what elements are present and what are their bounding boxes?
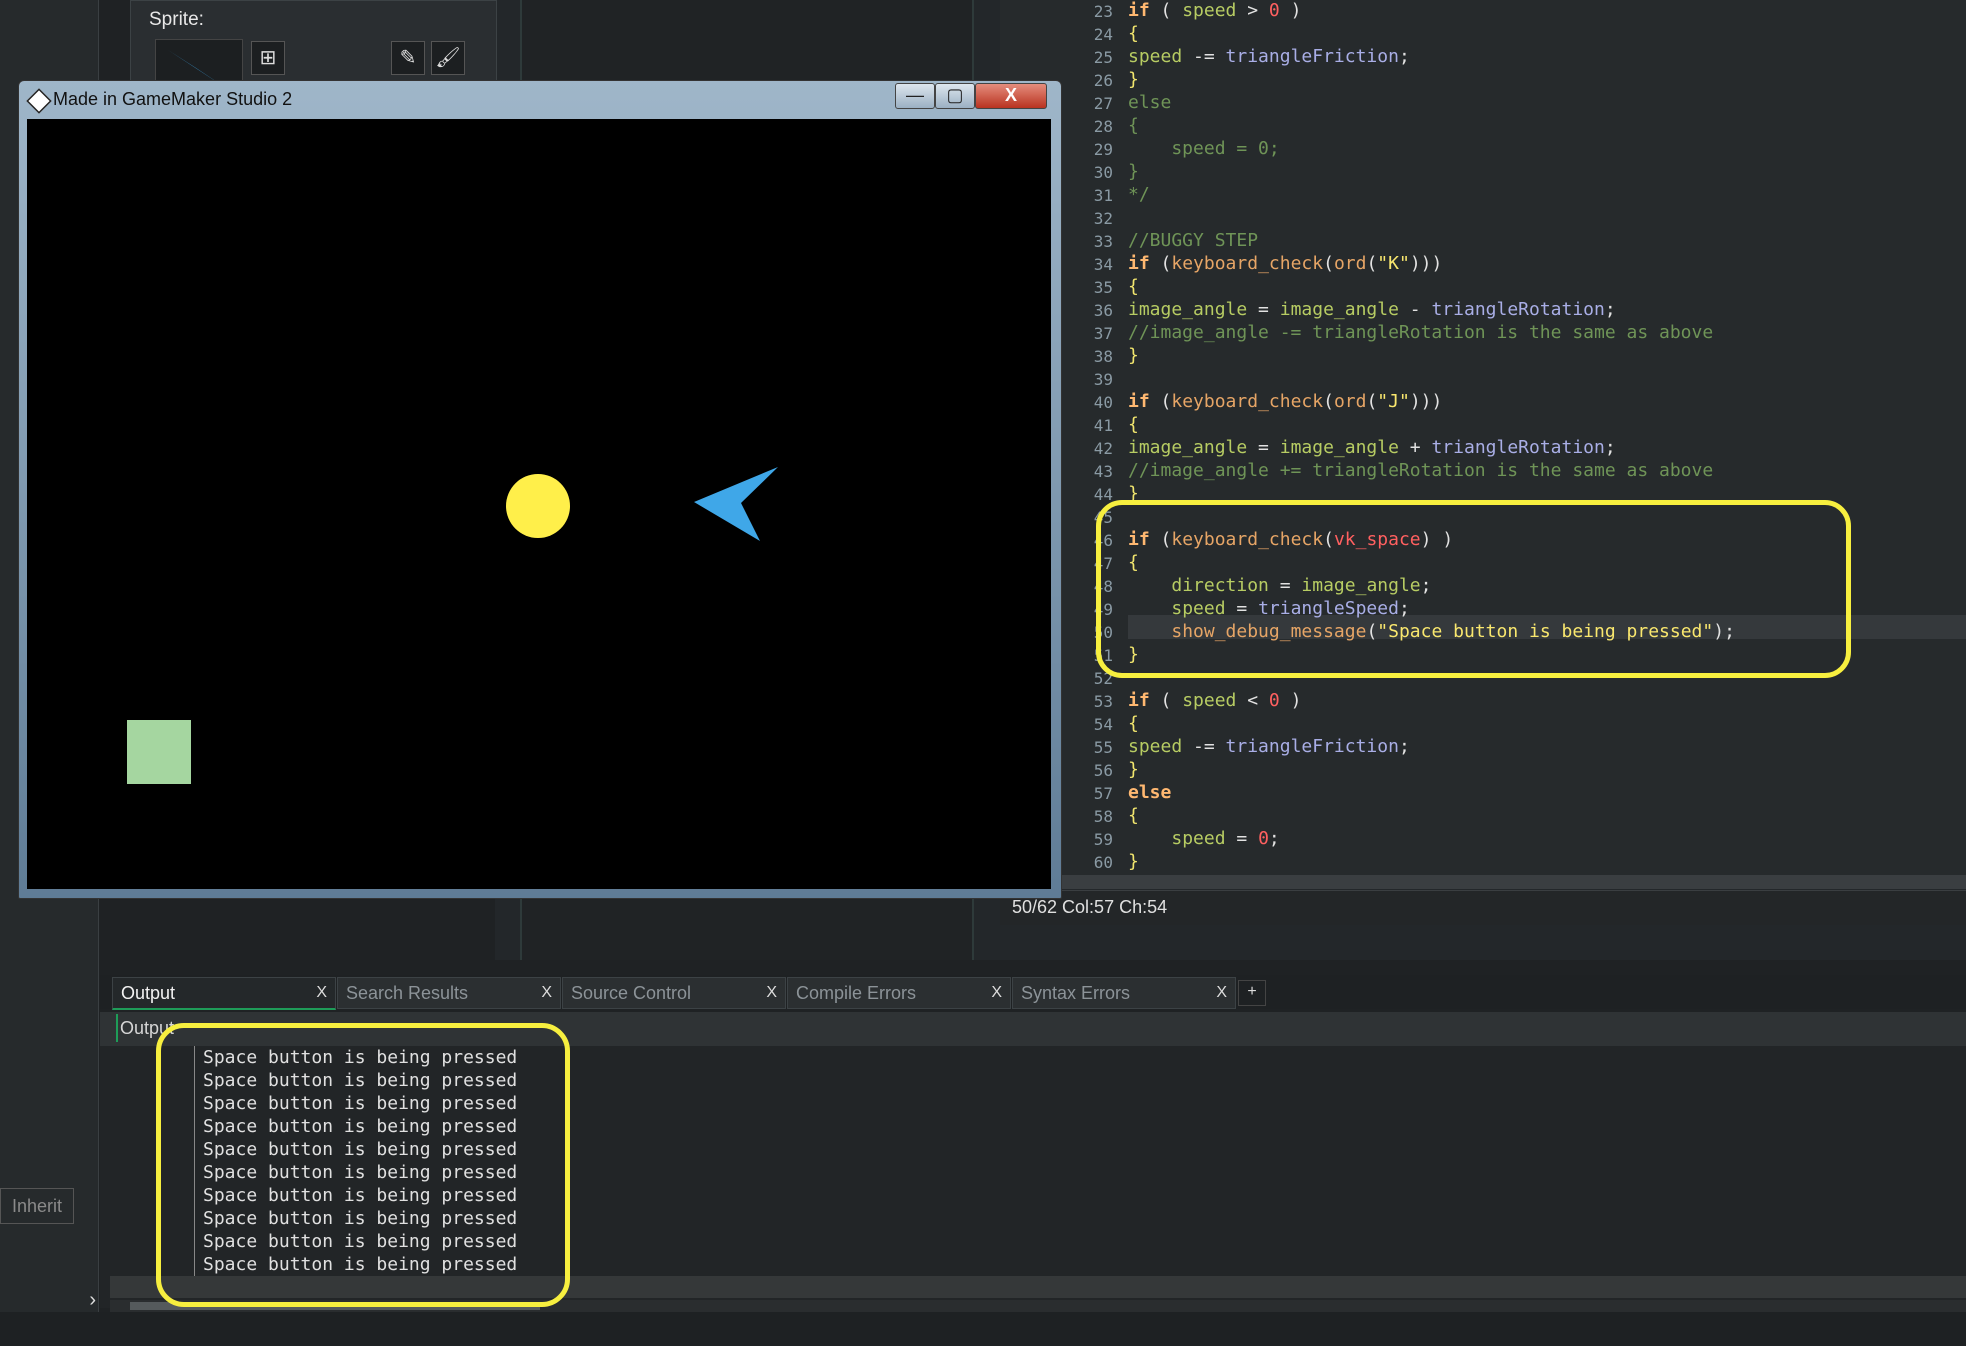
close-icon[interactable]: X	[316, 978, 327, 1008]
close-icon[interactable]: X	[1216, 978, 1227, 1008]
game-canvas[interactable]	[27, 119, 1051, 889]
green-square	[127, 720, 191, 784]
add-tab-button[interactable]: +	[1238, 980, 1266, 1006]
close-icon[interactable]: X	[541, 978, 552, 1008]
close-icon[interactable]: X	[766, 978, 777, 1008]
cursor-position: 50/62 Col:57 Ch:54	[1012, 897, 1168, 917]
code-line: }	[1128, 161, 1139, 182]
brush-icon[interactable]: 🖌	[431, 41, 465, 75]
game-window[interactable]: Made in GameMaker Studio 2 — ▢ X	[18, 80, 1062, 899]
maximize-button[interactable]: ▢	[935, 83, 975, 109]
code-line: {	[1128, 414, 1139, 435]
edit-sprite-button[interactable]: ✎	[391, 41, 425, 75]
tab-output[interactable]: Output X	[112, 977, 336, 1010]
object-properties-panel: Sprite: ⊞ ✎ 🖌	[130, 0, 497, 93]
code-line: speed -= triangleFriction;	[1128, 46, 1410, 67]
player-triangle-body	[694, 467, 778, 541]
code-line: if (keyboard_check(ord("K")))	[1128, 253, 1443, 274]
code-line: {	[1128, 276, 1139, 297]
game-window-title: Made in GameMaker Studio 2	[53, 89, 293, 109]
code-line: */	[1128, 184, 1150, 205]
code-line: speed = 0;	[1128, 138, 1280, 159]
gamemaker-logo-icon	[26, 88, 52, 114]
code-line: if ( speed > 0 )	[1128, 0, 1302, 21]
tab-source-control[interactable]: Source Control X	[562, 977, 786, 1009]
code-line: }	[1128, 851, 1139, 872]
line-number: 25	[1093, 48, 1113, 67]
inherit-button[interactable]: Inherit	[0, 1188, 74, 1224]
line-number: 24	[1093, 25, 1113, 44]
game-scene	[127, 467, 778, 784]
code-line: if ( speed < 0 )	[1128, 690, 1302, 711]
code-line: if (keyboard_check(ord("J")))	[1128, 391, 1443, 412]
output-tabs-bar: Output X Search Results X Source Control X …	[100, 975, 1966, 1010]
close-button[interactable]: X	[975, 83, 1047, 109]
code-line: else	[1128, 782, 1172, 803]
tab-syntax-errors[interactable]: Syntax Errors X	[1012, 977, 1236, 1009]
chevron-right-icon[interactable]: ›	[0, 1280, 96, 1320]
code-line: //image_angle += triangleRotation is the…	[1128, 460, 1714, 481]
bottom-bar	[0, 1312, 1966, 1346]
tab-search-results[interactable]: Search Results X	[337, 977, 561, 1009]
minimize-button[interactable]: —	[895, 83, 935, 109]
code-line: image_angle = image_angle + triangleRota…	[1128, 437, 1616, 458]
code-line: //BUGGY STEP	[1128, 230, 1259, 251]
new-sprite-button[interactable]: ⊞	[251, 41, 285, 75]
code-line: {	[1128, 713, 1139, 734]
editor-status-bar: 50/62 Col:57 Ch:54	[1000, 890, 1966, 925]
code-line: }	[1128, 69, 1139, 90]
line-number: 23	[1093, 2, 1113, 21]
sprite-label: Sprite:	[149, 9, 204, 30]
close-icon[interactable]: X	[991, 978, 1002, 1008]
output-marker	[116, 1014, 118, 1042]
code-line: //image_angle -= triangleRotation is the…	[1128, 322, 1714, 343]
code-line: }	[1128, 345, 1139, 366]
code-line: else	[1128, 92, 1172, 113]
code-line: {	[1128, 805, 1139, 826]
annotation-highlight-output	[156, 1023, 570, 1307]
code-line: image_angle = image_angle - triangleRota…	[1128, 299, 1616, 320]
code-line: }	[1128, 759, 1139, 780]
code-line: {	[1128, 23, 1139, 44]
tab-compile-errors[interactable]: Compile Errors X	[787, 977, 1011, 1009]
code-line: speed = 0;	[1171, 828, 1280, 849]
editor-horizontal-scrollbar[interactable]	[1000, 875, 1966, 889]
code-editor[interactable]: 23 24 25 26 27 28 29 30 31 32 33 34 35 36 37 38 39 40 41 42…	[1000, 0, 1966, 875]
code-line: {	[1128, 115, 1139, 136]
annotation-highlight-code	[1096, 500, 1851, 678]
yellow-circle	[506, 474, 570, 538]
code-line: speed -= triangleFriction;	[1128, 736, 1410, 757]
